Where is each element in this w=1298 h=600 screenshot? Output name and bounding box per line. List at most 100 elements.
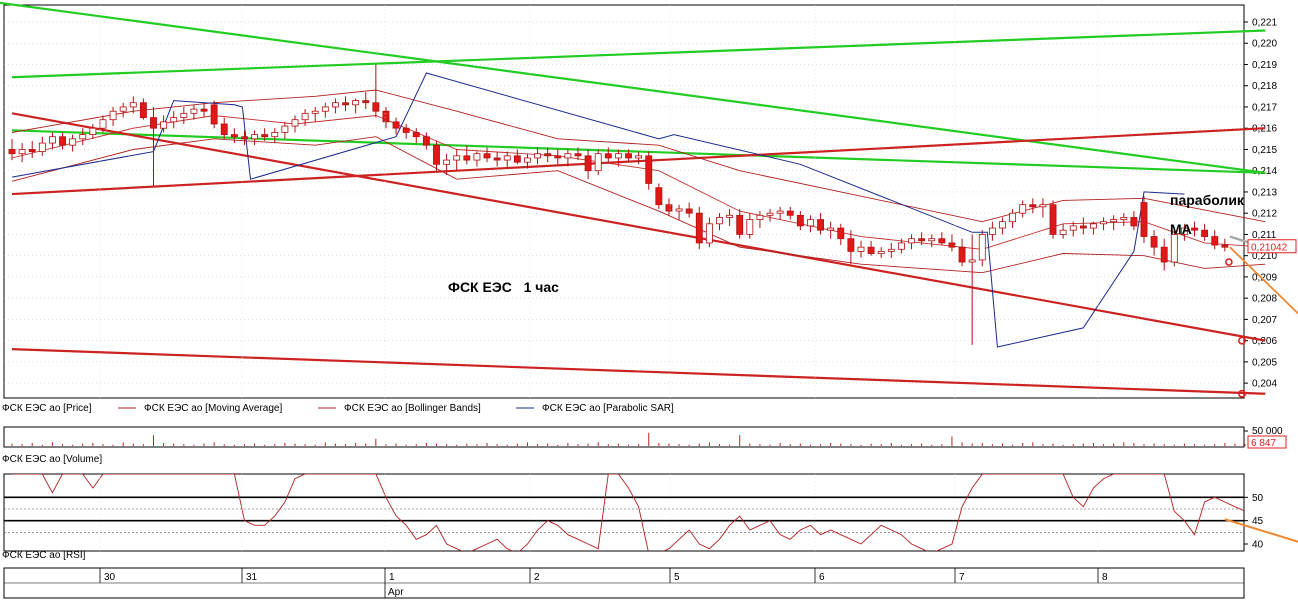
candle-body xyxy=(887,248,895,252)
candle-body xyxy=(786,210,794,216)
price-tick-label: 0,213 xyxy=(1252,187,1277,198)
stock-chart: 0,2210,2200,2190,2180,2170,2160,2150,214… xyxy=(0,0,1298,600)
price-panel: 0,2210,2200,2190,2180,2170,2160,2150,214… xyxy=(0,0,1298,600)
candle-body xyxy=(635,155,643,159)
candle-body xyxy=(503,155,511,161)
price-tick-label: 0,217 xyxy=(1252,102,1277,113)
candle-body xyxy=(908,238,915,244)
candle-body xyxy=(867,246,875,254)
candle-body xyxy=(372,102,380,112)
candle-body xyxy=(493,157,501,161)
candle-body xyxy=(18,149,26,155)
candle-body xyxy=(89,127,97,135)
candle-body xyxy=(776,210,784,214)
candle-body xyxy=(150,117,157,129)
candle-body xyxy=(564,153,572,159)
candle-body xyxy=(574,153,582,157)
candle-body xyxy=(645,155,653,184)
candle-body xyxy=(1009,212,1017,223)
candle-body xyxy=(48,136,56,144)
candle-body xyxy=(847,238,855,252)
rsi-tick-label: 50 xyxy=(1252,493,1264,504)
candle-body xyxy=(1059,229,1067,235)
candle-body xyxy=(28,149,36,152)
candle-body xyxy=(69,138,77,146)
candle-body xyxy=(311,110,319,114)
candle-body xyxy=(1120,217,1128,220)
candle-body xyxy=(918,238,926,242)
candle-body xyxy=(716,217,723,225)
candle-body xyxy=(170,117,178,123)
candle-body xyxy=(443,159,451,165)
day-label: 30 xyxy=(104,572,116,583)
day-label: 31 xyxy=(246,572,258,583)
candle-body xyxy=(897,242,905,250)
candle-body xyxy=(594,153,602,172)
candle-body xyxy=(978,234,986,261)
candle-body xyxy=(857,246,865,252)
candle-body xyxy=(1039,204,1047,208)
volume-legend: ФСК ЕЭС ао [Volume] xyxy=(2,454,102,465)
candle-body xyxy=(1069,225,1077,231)
candle-body xyxy=(412,132,420,138)
price-tick-label: 0,205 xyxy=(1252,357,1277,368)
candle-body xyxy=(271,132,279,138)
candle-body xyxy=(655,187,663,206)
candle-body xyxy=(827,227,835,231)
sar-label-annotation: параболик xyxy=(1170,192,1245,208)
candle-body xyxy=(544,153,552,157)
day-label: 8 xyxy=(1102,572,1108,583)
candle-body xyxy=(251,134,258,140)
candle-body xyxy=(695,212,703,244)
chart-title-annotation: ФСК ЕЭС 1 час xyxy=(448,279,559,295)
candle-body xyxy=(736,214,744,235)
candle-body xyxy=(109,110,117,121)
price-tick-label: 0,218 xyxy=(1252,81,1277,92)
candle-body xyxy=(726,214,734,218)
last-price-label: 0,21042 xyxy=(1251,243,1288,254)
candle-body xyxy=(746,219,754,235)
volume-last-label: 6 847 xyxy=(1251,438,1276,449)
candle-body xyxy=(433,144,440,165)
candle-body xyxy=(534,153,541,159)
candle-body xyxy=(554,155,562,159)
candle-body xyxy=(483,153,491,159)
candle-body xyxy=(807,219,814,227)
month-label: Apr xyxy=(388,587,404,598)
ma-label-annotation: МА xyxy=(1170,221,1192,237)
candle-body xyxy=(160,121,168,129)
candle-body xyxy=(1160,246,1168,263)
candle-body xyxy=(938,238,946,244)
candle-body xyxy=(210,104,218,125)
day-label: 7 xyxy=(959,572,965,583)
candle-body xyxy=(705,223,713,244)
candle-body xyxy=(1211,236,1219,246)
candle-body xyxy=(1110,219,1118,223)
price-tick-label: 0,212 xyxy=(1252,209,1277,220)
candle-body xyxy=(281,125,289,133)
candle-body xyxy=(524,157,531,163)
candle-body xyxy=(614,153,622,159)
candle-body xyxy=(675,208,683,212)
candle-body xyxy=(38,142,46,152)
candle-body xyxy=(139,102,147,118)
candle-body xyxy=(382,110,390,123)
candle-body xyxy=(352,100,360,106)
legend-entry: ФСК ЕЭС ао [Moving Average] xyxy=(144,403,282,414)
candle-body xyxy=(453,155,461,161)
candle-body xyxy=(877,251,885,254)
candle-body xyxy=(1221,244,1229,248)
candle-body xyxy=(928,238,936,242)
candle-body xyxy=(685,208,693,214)
candle-body xyxy=(331,102,339,108)
candle-body xyxy=(958,246,966,263)
rsi-tick-label: 45 xyxy=(1252,516,1264,527)
candle-body xyxy=(422,136,430,146)
candle-body xyxy=(291,119,299,127)
rsi-legend: ФСК ЕЭС ао [RSI] xyxy=(2,550,86,561)
candle-body xyxy=(473,153,481,161)
candle-body xyxy=(59,136,66,146)
price-tick-label: 0,221 xyxy=(1252,17,1277,28)
candle-body xyxy=(999,221,1006,229)
candle-body xyxy=(321,106,329,112)
